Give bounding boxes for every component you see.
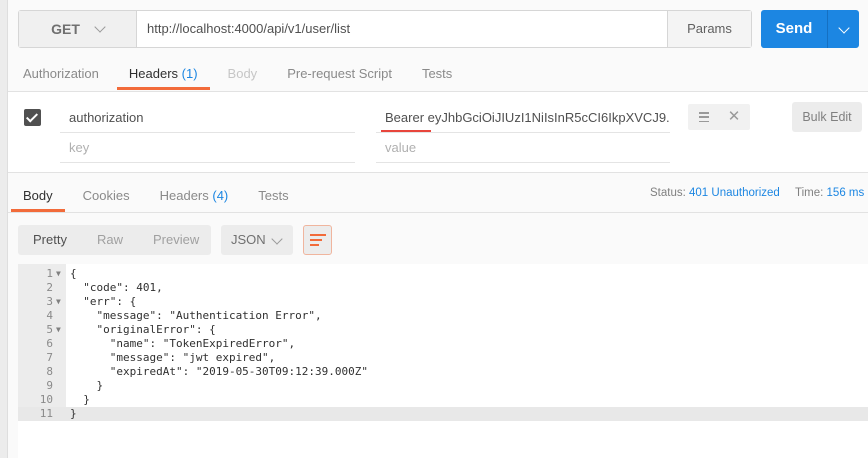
line-number: 3 (46, 295, 53, 308)
code-line: 9 } (18, 379, 868, 393)
code-text: { (70, 267, 77, 280)
bulk-edit-button[interactable]: Bulk Edit (792, 102, 862, 132)
header-enabled-checkbox[interactable] (24, 109, 41, 126)
line-number: 5 (46, 323, 53, 336)
divider (8, 212, 868, 213)
code-text: } (70, 407, 77, 420)
divider (8, 172, 868, 173)
line-number: 1 (46, 267, 53, 280)
chevron-down-icon (271, 233, 283, 245)
line-number: 9 (46, 379, 53, 392)
line-number: 4 (46, 309, 53, 322)
status-indicator: Status: 401 Unauthorized (650, 187, 780, 199)
wrap-lines-icon[interactable] (303, 225, 332, 255)
new-key-input[interactable]: key (60, 133, 355, 163)
fold-toggle-icon[interactable]: ▼ (56, 267, 61, 281)
tab-pre-request-script[interactable]: Pre-request Script (287, 60, 392, 88)
response-headers-count: (4) (212, 188, 229, 203)
line-number: 10 (39, 393, 53, 406)
close-icon[interactable]: ✕ (727, 109, 741, 124)
line-number: 2 (46, 281, 53, 294)
response-tabs: Body Cookies Headers (4) Tests (11, 182, 319, 212)
code-text: } (70, 379, 104, 392)
tab-response-headers[interactable]: Headers (4) (160, 182, 229, 210)
time-value: 156 ms (826, 187, 865, 199)
tab-tests[interactable]: Tests (422, 60, 452, 88)
code-text: "message": "jwt expired", (70, 351, 276, 364)
code-text: "name": "TokenExpiredError", (70, 337, 296, 350)
response-body-editor[interactable]: 1 ▼{2 "code": 401, 3 ▼ "err": {4 "message":… (18, 264, 868, 458)
send-dropdown[interactable] (827, 10, 859, 48)
method-select[interactable]: GET (19, 11, 137, 47)
tab-body[interactable]: Body (228, 60, 258, 88)
hamburger-icon[interactable] (699, 112, 709, 122)
send-label: Send (775, 20, 813, 37)
line-number: 7 (46, 351, 53, 364)
tab-response-body[interactable]: Body (11, 182, 65, 212)
code-text: "message": "Authentication Error", (70, 309, 322, 322)
fold-toggle-icon[interactable]: ▼ (56, 323, 61, 337)
code-line: 5 ▼ "originalError": { (18, 323, 868, 337)
code-line: 2 "code": 401, (18, 281, 868, 295)
code-line: 1 ▼ { (18, 267, 868, 281)
send-button[interactable]: Send (761, 10, 859, 48)
new-value-input[interactable]: value (376, 133, 670, 163)
status-value: 401 Unauthorized (689, 187, 780, 199)
time-indicator: Time: 156 ms (795, 187, 865, 199)
code-line: 8 "expiredAt": "2019-05-30T09:12:39.000Z… (18, 365, 868, 379)
code-line: 6 "name": "TokenExpiredError", (18, 337, 868, 351)
left-panel-edge (0, 0, 8, 458)
code-line: 10 } (18, 393, 868, 407)
url-input[interactable]: http://localhost:4000/api/v1/user/list (147, 11, 350, 47)
code-text: "code": 401, (70, 281, 163, 294)
code-text: "originalError": { (70, 323, 216, 336)
code-line: 4 "message": "Authentication Error", (18, 309, 868, 323)
code-text: "expiredAt": "2019-05-30T09:12:39.000Z" (70, 365, 369, 378)
fold-toggle-icon[interactable]: ▼ (56, 295, 61, 309)
format-select[interactable]: JSON (221, 225, 293, 255)
line-number: 6 (46, 337, 53, 350)
header-key-input[interactable]: authorization (60, 103, 355, 133)
tab-authorization[interactable]: Authorization (23, 60, 99, 88)
code-line: 11} (18, 407, 868, 421)
spellcheck-underline (381, 130, 431, 132)
headers-count: (1) (181, 66, 198, 81)
request-bar: GET http://localhost:4000/api/v1/user/li… (18, 10, 752, 48)
code-line: 7 "message": "jwt expired", (18, 351, 868, 365)
tab-response-tests[interactable]: Tests (258, 182, 288, 210)
tab-headers[interactable]: Headers (1) (116, 60, 210, 90)
view-preview[interactable]: Preview (138, 225, 214, 255)
code-text: } (70, 393, 90, 406)
method-label: GET (51, 21, 80, 37)
view-raw[interactable]: Raw (82, 225, 138, 255)
line-number: 8 (46, 365, 53, 378)
chevron-down-icon (838, 22, 850, 34)
tab-cookies[interactable]: Cookies (83, 182, 130, 210)
header-row-actions: ✕ (688, 104, 750, 130)
request-tabs: Authorization Headers (1) Body Pre-reque… (23, 60, 482, 90)
line-number: 11 (39, 407, 53, 420)
chevron-down-icon (94, 20, 106, 33)
view-mode-group: Pretty Raw Preview (18, 225, 211, 255)
view-pretty[interactable]: Pretty (18, 225, 82, 255)
code-text: "err": { (70, 295, 137, 308)
code-line: 3 ▼ "err": { (18, 295, 868, 309)
header-value-input[interactable]: Bearer eyJhbGciOiJIUzI1NiIsInR5cCI6IkpXV… (376, 103, 670, 133)
params-button[interactable]: Params (667, 11, 751, 47)
